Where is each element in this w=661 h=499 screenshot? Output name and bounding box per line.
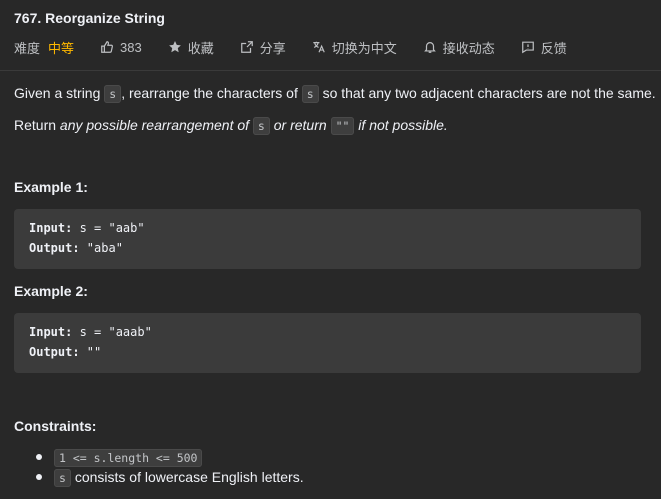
output-label: Output: (29, 241, 80, 255)
inline-code: s (104, 85, 122, 103)
share-icon (240, 41, 253, 53)
feedback-label: 反馈 (540, 40, 567, 56)
input-label: Input: (29, 221, 73, 235)
output-label: Output: (29, 345, 80, 359)
description-paragraph-2: Return any possible rearrangement of s o… (14, 114, 448, 137)
text: consists of lowercase English letters. (70, 469, 304, 485)
difficulty-label: 难度 (14, 40, 41, 56)
emphasis-text: if not possible. (354, 117, 448, 133)
translate-icon (313, 41, 325, 53)
problem-meta-bar: 难度 中等 383 收藏 分享 切换为中文 接收动态 反馈 (14, 37, 593, 57)
inline-code: s (252, 117, 270, 135)
text: Return (14, 117, 60, 133)
example-1-heading: Example 1: (14, 179, 88, 195)
feedback-button[interactable]: 反馈 (521, 38, 567, 57)
text: , rearrange the characters of (121, 85, 302, 101)
star-icon (168, 41, 181, 53)
inline-code: s (54, 469, 71, 487)
example-2-code-block: Input: s = "aaab" Output: "" (14, 313, 641, 373)
bell-icon (423, 42, 436, 53)
favorite-button[interactable]: 收藏 (168, 38, 214, 57)
translate-button[interactable]: 切换为中文 (312, 38, 397, 57)
constraints-heading: Constraints: (14, 418, 97, 434)
subscribe-button[interactable]: 接收动态 (423, 38, 495, 57)
inline-code: s (301, 85, 319, 103)
input-value: s = "aab" (72, 221, 145, 235)
feedback-icon (521, 41, 534, 54)
emphasis-text: or return (269, 117, 331, 133)
example-1-code-block: Input: s = "aab" Output: "aba" (14, 209, 641, 269)
header-divider (0, 70, 661, 71)
problem-title: 767. Reorganize String (14, 10, 165, 26)
emphasis-text: any possible rearrangement of (59, 117, 253, 133)
list-item: 1 <= s.length <= 500 (14, 447, 304, 467)
like-count: 383 (120, 39, 142, 55)
share-button[interactable]: 分享 (240, 38, 286, 57)
thumbs-up-icon (101, 41, 114, 53)
inline-code: 1 <= s.length <= 500 (54, 449, 203, 467)
subscribe-label: 接收动态 (442, 40, 495, 56)
output-value: "aba" (79, 241, 123, 255)
favorite-label: 收藏 (187, 40, 214, 56)
translate-label: 切换为中文 (331, 40, 397, 56)
input-label: Input: (29, 325, 73, 339)
example-2-heading: Example 2: (14, 283, 88, 299)
inline-code: "" (330, 117, 355, 135)
output-value: "" (79, 345, 102, 359)
input-value: s = "aaab" (72, 325, 152, 339)
constraints-list: 1 <= s.length <= 500 s consists of lower… (14, 447, 304, 487)
text: Given a string (14, 85, 105, 101)
text: so that any two adjacent characters are … (318, 85, 656, 101)
share-label: 分享 (259, 40, 286, 56)
difficulty-badge: 中等 (48, 40, 75, 56)
list-item: s consists of lowercase English letters. (14, 467, 304, 487)
description-paragraph-1: Given a string s, rearrange the characte… (14, 82, 656, 105)
like-button[interactable]: 383 (100, 40, 142, 55)
